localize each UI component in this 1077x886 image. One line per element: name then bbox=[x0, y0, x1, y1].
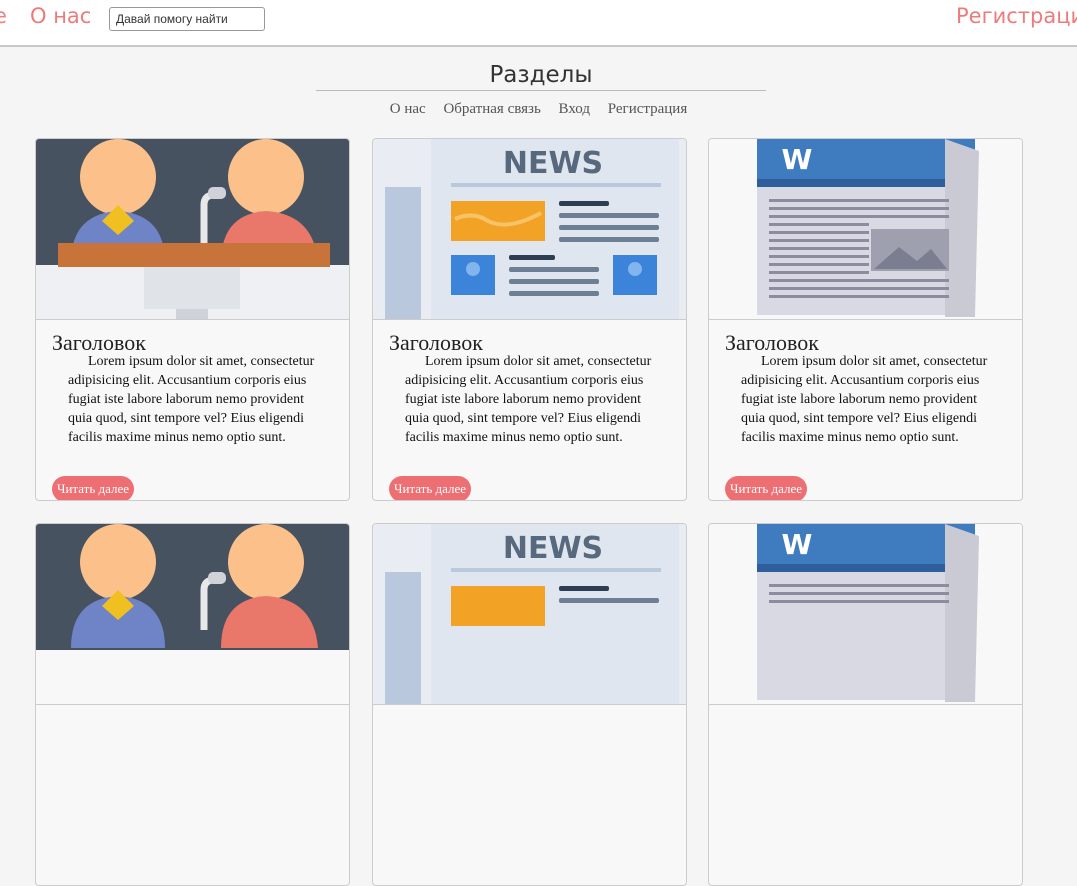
section-link-about[interactable]: О нас bbox=[390, 101, 426, 117]
sections-divider bbox=[316, 90, 766, 91]
word-document-illustration: W bbox=[709, 139, 1022, 320]
article-card: NEWS bbox=[372, 523, 687, 886]
news-label: NEWS bbox=[503, 146, 603, 181]
article-card bbox=[35, 523, 350, 886]
card-text: Lorem ipsum dolor sit amet, consectetur … bbox=[68, 354, 315, 445]
sections-links: О нас Обратная связь Вход Регистрация bbox=[0, 101, 1077, 118]
word-label: W bbox=[782, 143, 813, 176]
newspaper-illustration: NEWS bbox=[373, 139, 686, 320]
article-card: W Заголовок Lorem ipsum dolor sit amet, … bbox=[708, 138, 1023, 501]
article-card: W bbox=[708, 523, 1023, 886]
article-card: NEWS Заголовок Lorem ipsum dolor sit ame… bbox=[372, 138, 687, 501]
section-link-login[interactable]: Вход bbox=[559, 101, 590, 117]
card-text: Lorem ipsum dolor sit amet, consectetur … bbox=[741, 354, 988, 445]
section-link-feedback[interactable]: Обратная связь bbox=[443, 101, 540, 117]
news-label: NEWS bbox=[503, 531, 603, 566]
nav-link-register[interactable]: Регистрация bbox=[956, 4, 1077, 28]
card-text: Lorem ipsum dolor sit amet, consectetur … bbox=[405, 354, 652, 445]
read-more-button[interactable]: Читать далее bbox=[389, 476, 472, 500]
nav-link-about[interactable]: О нас bbox=[30, 4, 91, 28]
read-more-button[interactable]: Читать далее bbox=[52, 476, 135, 500]
article-card: Заголовок Lorem ipsum dolor sit amet, co… bbox=[35, 138, 350, 501]
conference-illustration bbox=[36, 139, 349, 320]
section-link-register[interactable]: Регистрация bbox=[608, 101, 688, 117]
word-label: W bbox=[782, 528, 813, 561]
search-input[interactable] bbox=[109, 7, 265, 31]
top-navbar: е О нас Регистрация bbox=[0, 0, 1077, 47]
sections-title: Разделы bbox=[489, 62, 593, 88]
read-more-button[interactable]: Читать далее bbox=[725, 476, 808, 500]
nav-link-partial[interactable]: е bbox=[0, 4, 7, 28]
word-document-illustration: W bbox=[709, 524, 1022, 705]
newspaper-illustration: NEWS bbox=[373, 524, 686, 705]
conference-illustration bbox=[36, 524, 349, 705]
